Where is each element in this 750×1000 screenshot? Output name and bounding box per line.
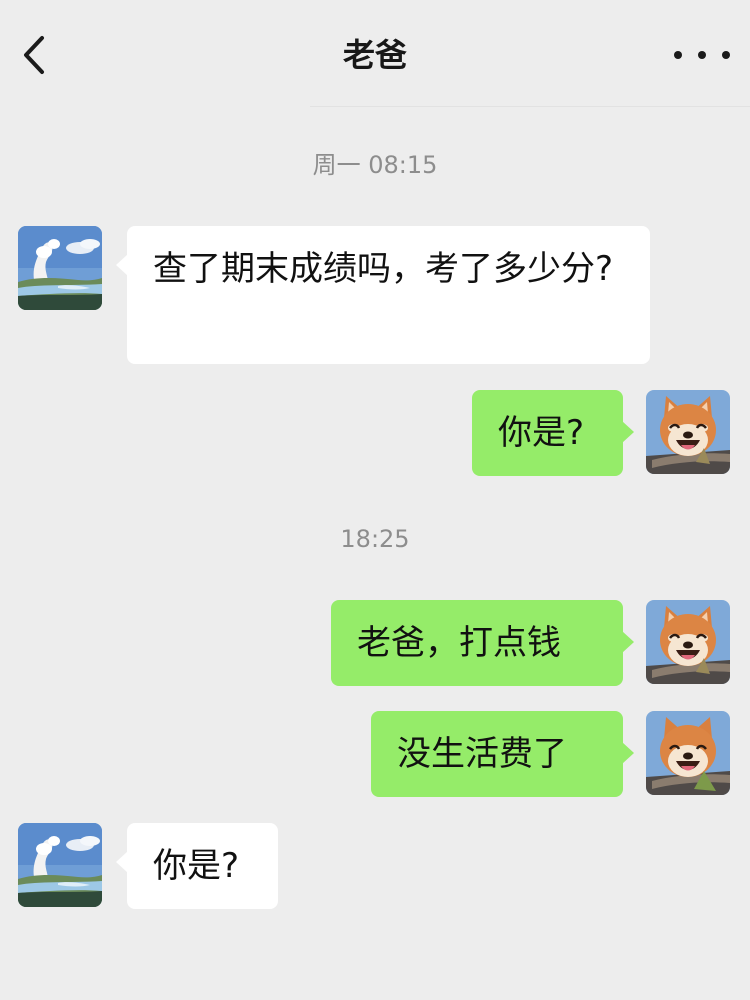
landscape-avatar-icon <box>18 226 102 310</box>
contact-avatar[interactable] <box>18 226 102 310</box>
contact-avatar[interactable] <box>18 823 102 907</box>
header-divider <box>310 106 750 107</box>
shiba-dog-avatar-icon <box>646 711 730 795</box>
chat-title: 老爸 <box>342 36 407 74</box>
my-avatar[interactable] <box>646 711 730 795</box>
my-avatar[interactable] <box>646 390 730 474</box>
shiba-dog-avatar-icon <box>646 600 730 684</box>
timestamp: 18:25 <box>340 525 410 553</box>
more-dots-icon <box>674 51 682 59</box>
landscape-avatar-icon <box>18 823 102 907</box>
more-button[interactable] <box>674 32 730 78</box>
message-bubble-outgoing[interactable]: 老爸，打点钱 <box>331 600 634 686</box>
more-dots-icon <box>722 51 730 59</box>
chat-header: 老爸 <box>0 0 750 108</box>
message-bubble-incoming[interactable]: 查了期末成绩吗，考了多少分? <box>116 226 650 364</box>
message-bubble-outgoing[interactable]: 没生活费了 <box>371 711 634 797</box>
more-dots-icon <box>698 51 706 59</box>
message-bubble-incoming[interactable]: 你是? <box>116 823 278 909</box>
shiba-dog-avatar-icon <box>646 390 730 474</box>
message-bubble-outgoing[interactable]: 你是? <box>472 390 634 476</box>
my-avatar[interactable] <box>646 600 730 684</box>
timestamp: 周一 08:15 <box>312 151 438 179</box>
